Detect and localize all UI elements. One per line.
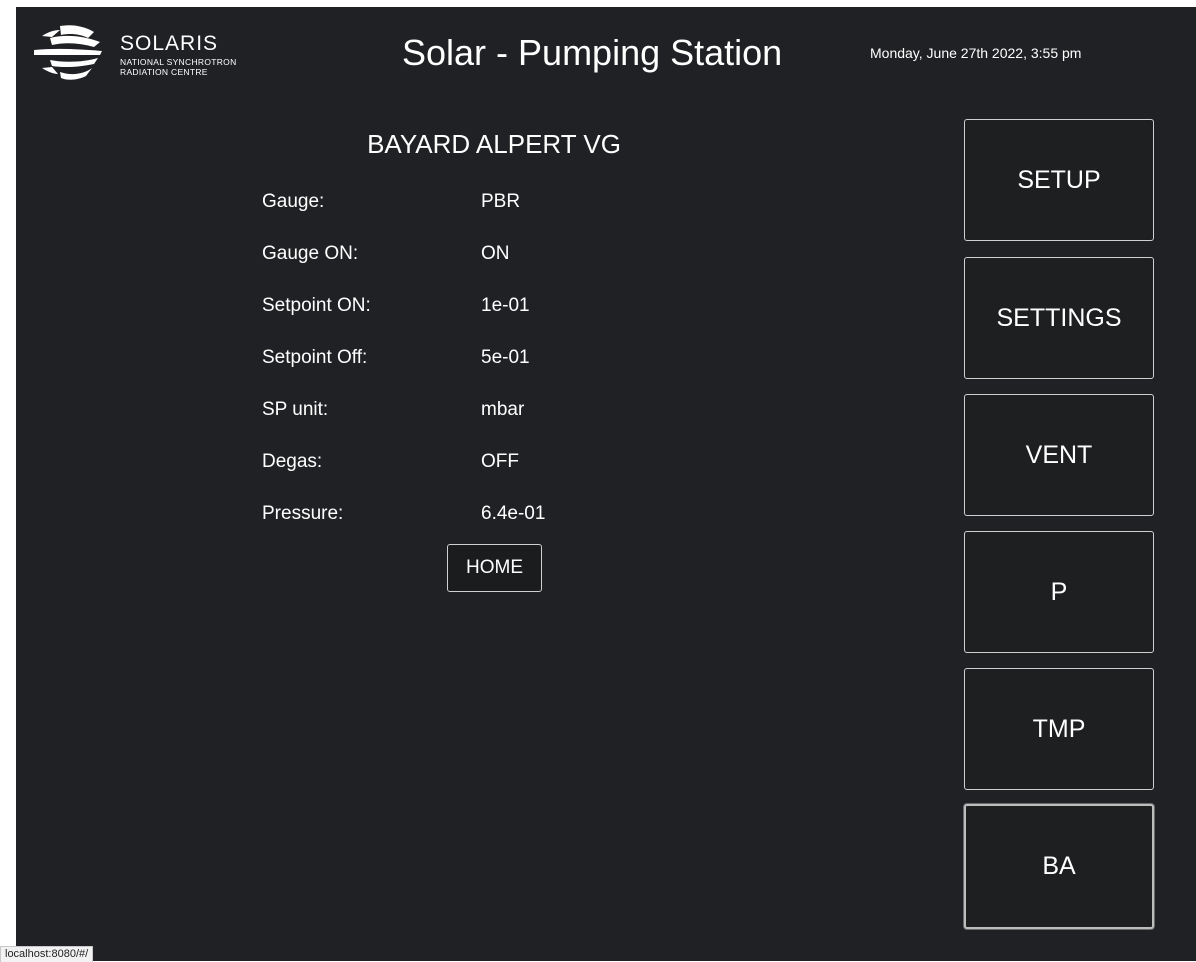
ba-button[interactable]: BA (964, 804, 1154, 929)
solaris-sunburst-icon (34, 25, 102, 80)
p-button[interactable]: P (964, 531, 1154, 653)
gauge-on-value: ON (481, 243, 510, 264)
gauge-value: PBR (481, 191, 521, 212)
gauge-on-label: Gauge ON: (262, 243, 359, 264)
gauge-label: Gauge: (262, 191, 325, 212)
sp-unit-label: SP unit: (262, 399, 329, 420)
tmp-button[interactable]: TMP (964, 668, 1154, 790)
setpoint-on-label: Setpoint ON: (262, 295, 371, 316)
setup-button[interactable]: SETUP (964, 119, 1154, 241)
logo-brand-text: SOLARIS (120, 32, 219, 55)
setpoint-on-value: 1e-01 (481, 295, 530, 316)
setpoint-off-label: Setpoint Off: (262, 347, 368, 368)
home-button[interactable]: HOME (447, 544, 542, 592)
logo-subtitle-text: NATIONAL SYNCHROTRON RADIATION CENTRE (120, 57, 237, 77)
degas-label: Degas: (262, 451, 323, 472)
solaris-logo: SOLARIS NATIONAL SYNCHROTRON RADIATION C… (28, 22, 278, 82)
vent-button[interactable]: VENT (964, 394, 1154, 516)
settings-button[interactable]: SETTINGS (964, 257, 1154, 379)
page-title: Solar - Pumping Station (402, 32, 783, 73)
pressure-value: 6.4e-01 (481, 503, 546, 524)
pressure-label: Pressure: (262, 503, 344, 524)
setpoint-off-value: 5e-01 (481, 347, 530, 368)
degas-value: OFF (481, 451, 519, 472)
app-window: SOLARIS NATIONAL SYNCHROTRON RADIATION C… (16, 7, 1196, 961)
status-bar-url: localhost:8080/#/ (0, 946, 94, 962)
sp-unit-value: mbar (481, 399, 525, 420)
gauge-section-title: BAYARD ALPERT VG (367, 129, 621, 159)
datetime-display: Monday, June 27th 2022, 3:55 pm (870, 45, 1082, 61)
